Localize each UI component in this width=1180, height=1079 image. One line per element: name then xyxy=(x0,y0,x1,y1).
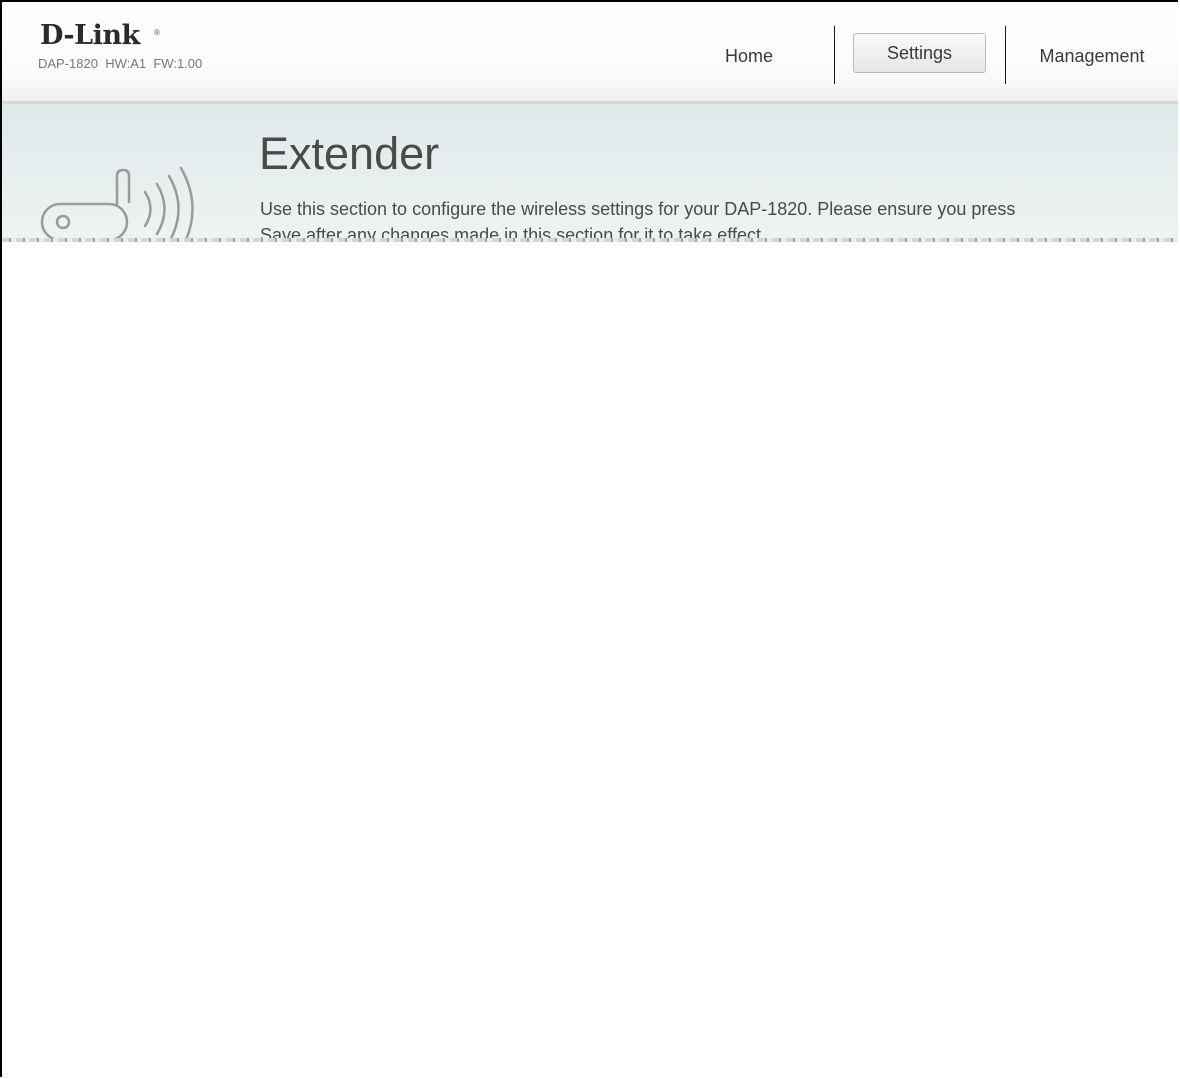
top-header: D-Link ® DAP-1820 HW:A1 FW:1.00 Home Set… xyxy=(2,2,1178,104)
dlink-logo: D-Link xyxy=(40,20,140,51)
main-content-area xyxy=(2,242,1178,1077)
nav-management-link[interactable]: Management xyxy=(1022,46,1162,67)
page-description: Use this section to configure the wirele… xyxy=(260,199,1016,240)
router-wireless-icon xyxy=(40,166,194,240)
nav-divider xyxy=(834,26,835,84)
nav-divider xyxy=(1005,26,1006,84)
page-banner: Extender Use this section to configure t… xyxy=(2,104,1178,240)
nav-settings-button[interactable]: Settings xyxy=(853,33,986,73)
device-model-info: DAP-1820 HW:A1 FW:1.00 xyxy=(38,56,203,71)
page-title: Extender xyxy=(259,128,440,179)
registered-mark: ® xyxy=(154,28,160,37)
browser-frame: D-Link ® DAP-1820 HW:A1 FW:1.00 Home Set… xyxy=(0,0,1178,1077)
nav-home-link[interactable]: Home xyxy=(699,46,799,67)
